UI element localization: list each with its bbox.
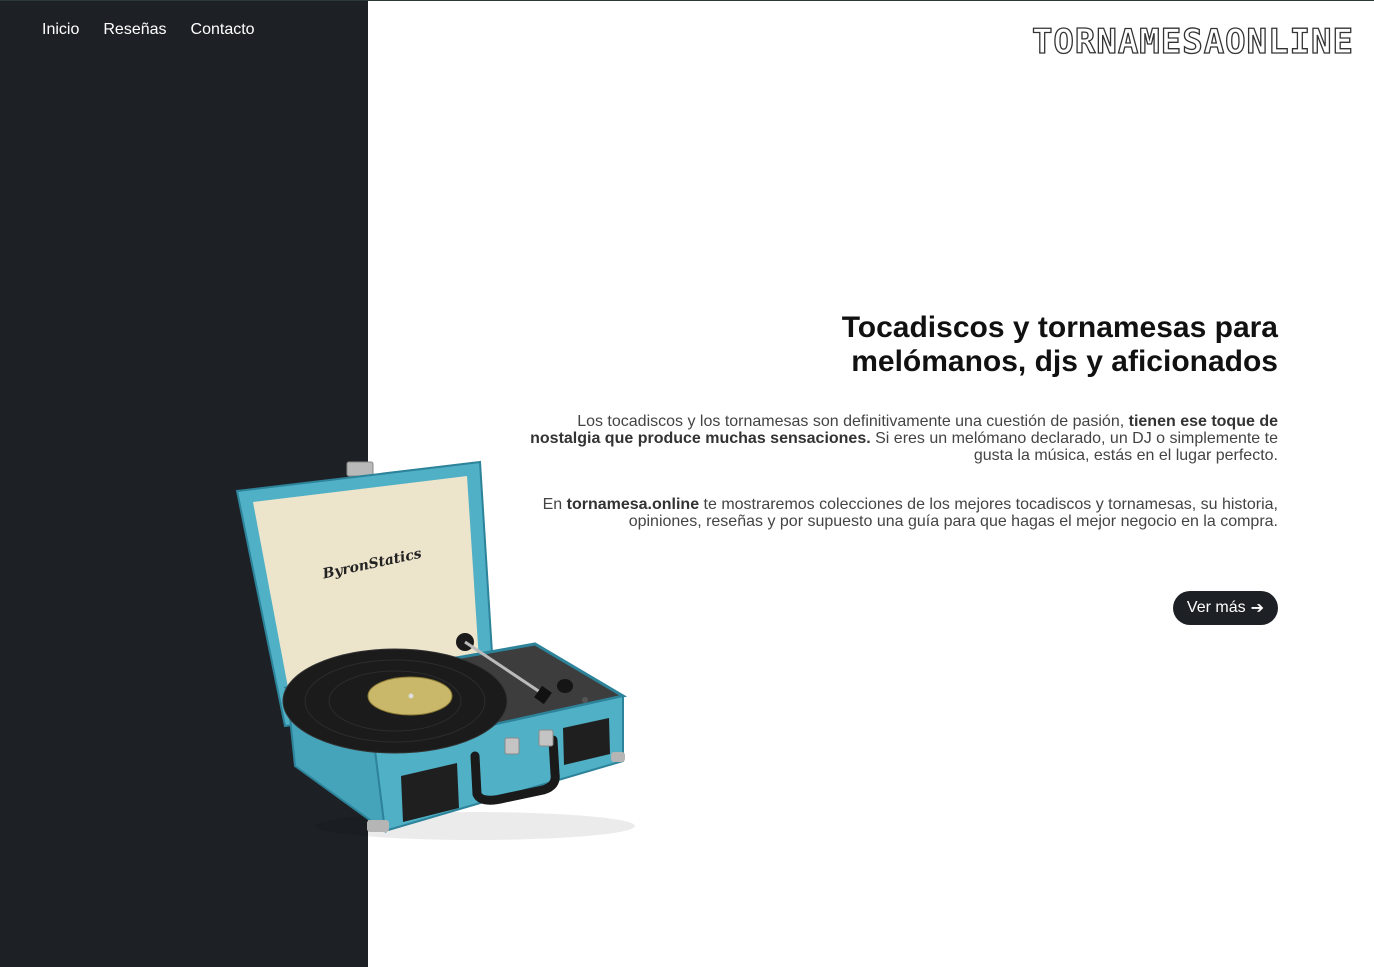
nav-link-resenas[interactable]: Reseñas xyxy=(103,21,166,39)
arrow-right-icon: ➔ xyxy=(1250,600,1264,617)
corner-cap xyxy=(611,752,625,762)
headline-line-2: melómanos, djs y aficionados xyxy=(851,345,1278,378)
intro-text-a: Los tocadiscos y los tornamesas son defi… xyxy=(577,413,1129,430)
power-light xyxy=(582,697,588,703)
nav-link-contacto[interactable]: Contacto xyxy=(191,21,255,39)
intro-text-b: Si eres un melómano declarado, un DJ o s… xyxy=(870,430,1278,464)
page: Inicio Reseñas Contacto TORNAMESAONLINE … xyxy=(0,0,1374,967)
volume-knob xyxy=(557,679,573,693)
turntable-product-image: ByronStatics xyxy=(235,460,635,840)
ver-mas-button[interactable]: Ver más ➔ xyxy=(1172,591,1278,625)
lid-latch xyxy=(346,461,374,477)
description-text-b: te mostraremos colecciones de los mejore… xyxy=(628,496,1278,530)
nav-link-inicio[interactable]: Inicio xyxy=(42,21,79,39)
site-logo[interactable]: TORNAMESAONLINE xyxy=(1031,21,1354,63)
corner-cap xyxy=(367,820,389,832)
hero-headline: Tocadiscos y tornamesas para melómanos, … xyxy=(518,311,1278,379)
ver-mas-label: Ver más xyxy=(1186,599,1246,616)
main-nav: Inicio Reseñas Contacto xyxy=(42,21,255,39)
headline-line-1: Tocadiscos y tornamesas para xyxy=(841,311,1278,344)
clasp-right xyxy=(538,729,554,747)
spindle xyxy=(408,693,414,699)
clasp-left xyxy=(504,737,520,755)
